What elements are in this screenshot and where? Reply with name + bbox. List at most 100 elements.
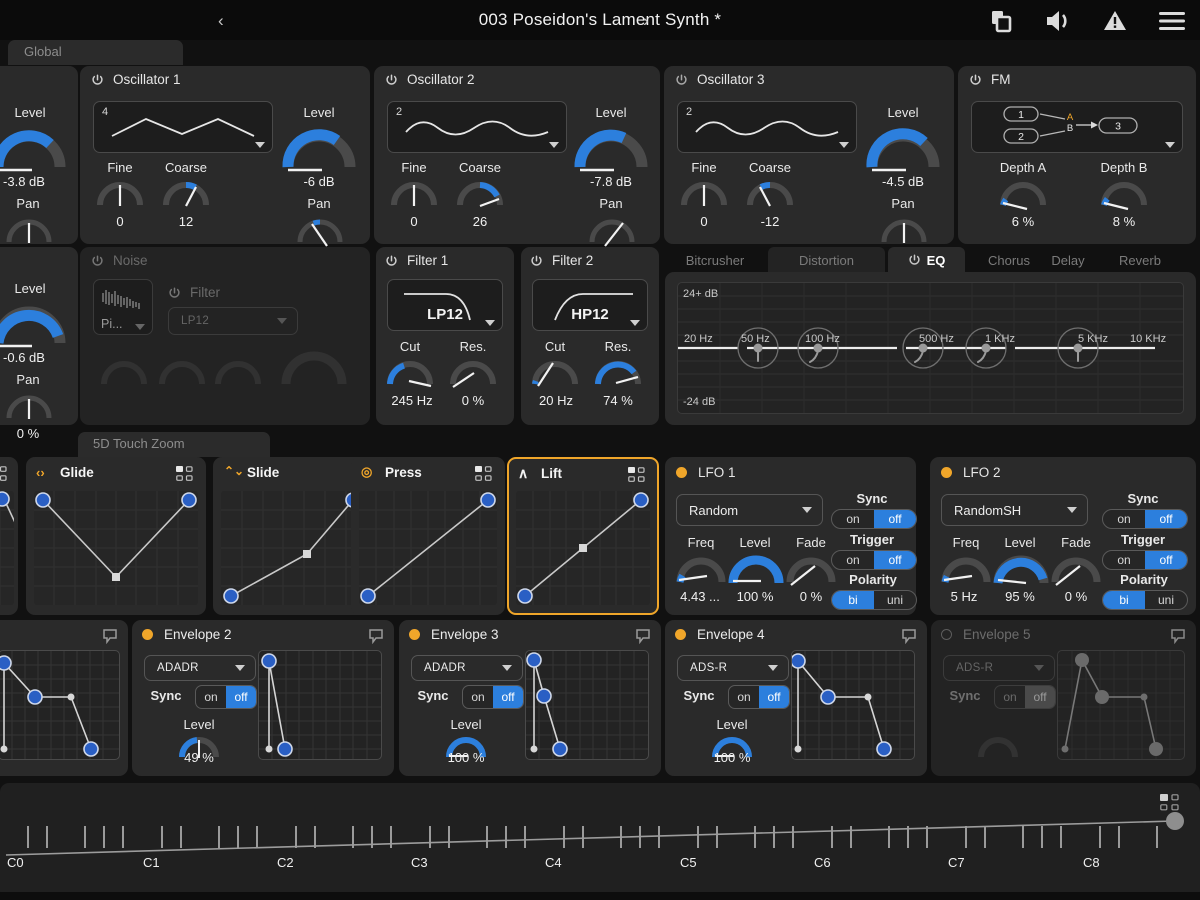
envelope-enable-dot[interactable]: [675, 629, 686, 640]
sync-on-option[interactable]: on: [995, 686, 1025, 708]
sync-on-option[interactable]: on: [832, 510, 874, 528]
glide-curve-editor[interactable]: [34, 491, 198, 605]
warning-icon[interactable]: [1102, 8, 1128, 34]
polarity-bi-option[interactable]: bi: [832, 591, 874, 609]
osc1-wave-selector[interactable]: 4: [93, 101, 273, 153]
envelope-5-graph[interactable]: [1057, 650, 1185, 760]
sync-off-option[interactable]: off: [1025, 686, 1055, 708]
modulation-icon[interactable]: [102, 628, 118, 649]
envelope-enable-dot[interactable]: [142, 629, 153, 640]
level-knob[interactable]: [866, 121, 940, 173]
tab-global[interactable]: Global: [8, 40, 183, 65]
next-preset-button[interactable]: ›: [643, 12, 649, 29]
eq-power-icon[interactable]: [908, 253, 922, 268]
envelope-2-mode-select[interactable]: ADADR: [144, 655, 256, 681]
osc3-wave-selector[interactable]: 2: [677, 101, 857, 153]
sync-on-option[interactable]: on: [729, 686, 759, 708]
pan-knob[interactable]: [879, 212, 929, 246]
modulation-icon[interactable]: [635, 628, 651, 649]
mpe-card-lift[interactable]: ∧ Lift: [507, 457, 659, 615]
depth-b-knob[interactable]: [1100, 176, 1148, 211]
noise-filter-power-icon[interactable]: [168, 287, 181, 300]
tab-eq[interactable]: EQ: [888, 247, 965, 274]
depth-a-knob[interactable]: [999, 176, 1047, 211]
envelope-1-graph[interactable]: [0, 650, 120, 760]
tab-delay[interactable]: Delay: [1028, 247, 1108, 274]
menu-icon[interactable]: [1158, 10, 1186, 32]
power-icon[interactable]: [385, 74, 398, 87]
res-knob[interactable]: [594, 355, 642, 389]
polarity-bi-option[interactable]: bi: [1103, 591, 1145, 609]
freq-knob[interactable]: [675, 552, 727, 586]
fade-knob[interactable]: [1050, 552, 1102, 586]
pan-knob[interactable]: [587, 212, 637, 247]
polarity-toggle[interactable]: bi uni: [831, 590, 917, 610]
lfo2-shape-select[interactable]: RandomSH: [941, 494, 1088, 526]
power-icon[interactable]: [91, 74, 104, 87]
tab-5d-touch-zoom[interactable]: 5D Touch Zoom: [78, 432, 270, 457]
cut-knob[interactable]: [386, 355, 434, 389]
noise-filter-type-select[interactable]: LP12: [168, 307, 298, 335]
envelope-4-mode-select[interactable]: ADS-R: [677, 655, 789, 681]
level-knob[interactable]: [574, 121, 648, 173]
sync-on-option[interactable]: on: [463, 686, 493, 708]
lfo1-shape-select[interactable]: Random: [676, 494, 823, 526]
sync-on-option[interactable]: on: [196, 686, 226, 708]
level-knob[interactable]: [976, 733, 1020, 761]
tab-reverb[interactable]: Reverb: [1097, 247, 1183, 274]
level-knob[interactable]: [728, 549, 784, 589]
trigger-toggle[interactable]: on off: [1102, 550, 1188, 570]
pan-knob[interactable]: [4, 212, 54, 246]
sync-toggle[interactable]: on off: [1102, 509, 1188, 529]
sync-on-option[interactable]: on: [1103, 510, 1145, 528]
envelope-enable-dot[interactable]: [941, 629, 952, 640]
eq-graph[interactable]: 24+ dB -24 dB 20 Hz 50 Hz 100 Hz 500 Hz …: [677, 282, 1184, 414]
grid-icon[interactable]: [176, 466, 196, 488]
power-icon[interactable]: [91, 255, 104, 268]
audio-output-icon[interactable]: [1044, 8, 1072, 34]
power-icon[interactable]: [675, 74, 688, 87]
grid-icon[interactable]: [0, 466, 10, 488]
freq-knob[interactable]: [940, 552, 992, 586]
sync-toggle[interactable]: on off: [195, 685, 257, 709]
polarity-toggle[interactable]: bi uni: [1102, 590, 1188, 610]
fine-knob[interactable]: [390, 176, 438, 210]
sync-off-option[interactable]: off: [226, 686, 256, 708]
mpe-card-press[interactable]: ◎ Press: [351, 457, 505, 615]
keyboard-range-bar[interactable]: C0 C1 C2 C3 C4 C5 C6 C7 C8: [0, 783, 1200, 900]
noise-source-selector[interactable]: Pi...: [93, 279, 153, 335]
modulation-icon[interactable]: [368, 628, 384, 649]
grid-icon[interactable]: [628, 467, 648, 489]
fm-routing-selector[interactable]: 1 2 3 A B: [971, 101, 1183, 153]
trigger-on-option[interactable]: on: [832, 551, 874, 569]
envelope-enable-dot[interactable]: [409, 629, 420, 640]
envelope-3-mode-select[interactable]: ADADR: [411, 655, 523, 681]
fine-knob[interactable]: [680, 176, 728, 210]
trigger-on-option[interactable]: on: [1103, 551, 1145, 569]
lfo-enable-dot[interactable]: [941, 467, 952, 478]
power-icon[interactable]: [385, 255, 398, 268]
trigger-off-option[interactable]: off: [874, 551, 916, 569]
mpe-card-glide[interactable]: ‹› Glide: [26, 457, 206, 615]
noise-knob-3[interactable]: [214, 355, 262, 389]
sync-toggle[interactable]: on off: [462, 685, 524, 709]
polarity-uni-option[interactable]: uni: [874, 591, 916, 609]
level-knob[interactable]: [0, 297, 66, 349]
trigger-toggle[interactable]: on off: [831, 550, 917, 570]
level-knob[interactable]: [0, 121, 66, 173]
duplicate-icon[interactable]: [988, 8, 1014, 34]
envelope-2-graph[interactable]: [258, 650, 382, 760]
pan-knob[interactable]: [295, 212, 345, 247]
pan-knob[interactable]: [4, 388, 54, 422]
power-icon[interactable]: [969, 74, 982, 87]
osc2-wave-selector[interactable]: 2: [387, 101, 567, 153]
lfo-enable-dot[interactable]: [676, 467, 687, 478]
coarse-knob[interactable]: [162, 176, 210, 210]
fine-knob[interactable]: [96, 176, 144, 210]
sync-off-option[interactable]: off: [493, 686, 523, 708]
noise-knob-4[interactable]: [280, 342, 348, 390]
level-knob[interactable]: [282, 121, 356, 173]
modulation-icon[interactable]: [901, 628, 917, 649]
grid-icon[interactable]: [475, 466, 495, 488]
noise-knob-1[interactable]: [100, 355, 148, 389]
